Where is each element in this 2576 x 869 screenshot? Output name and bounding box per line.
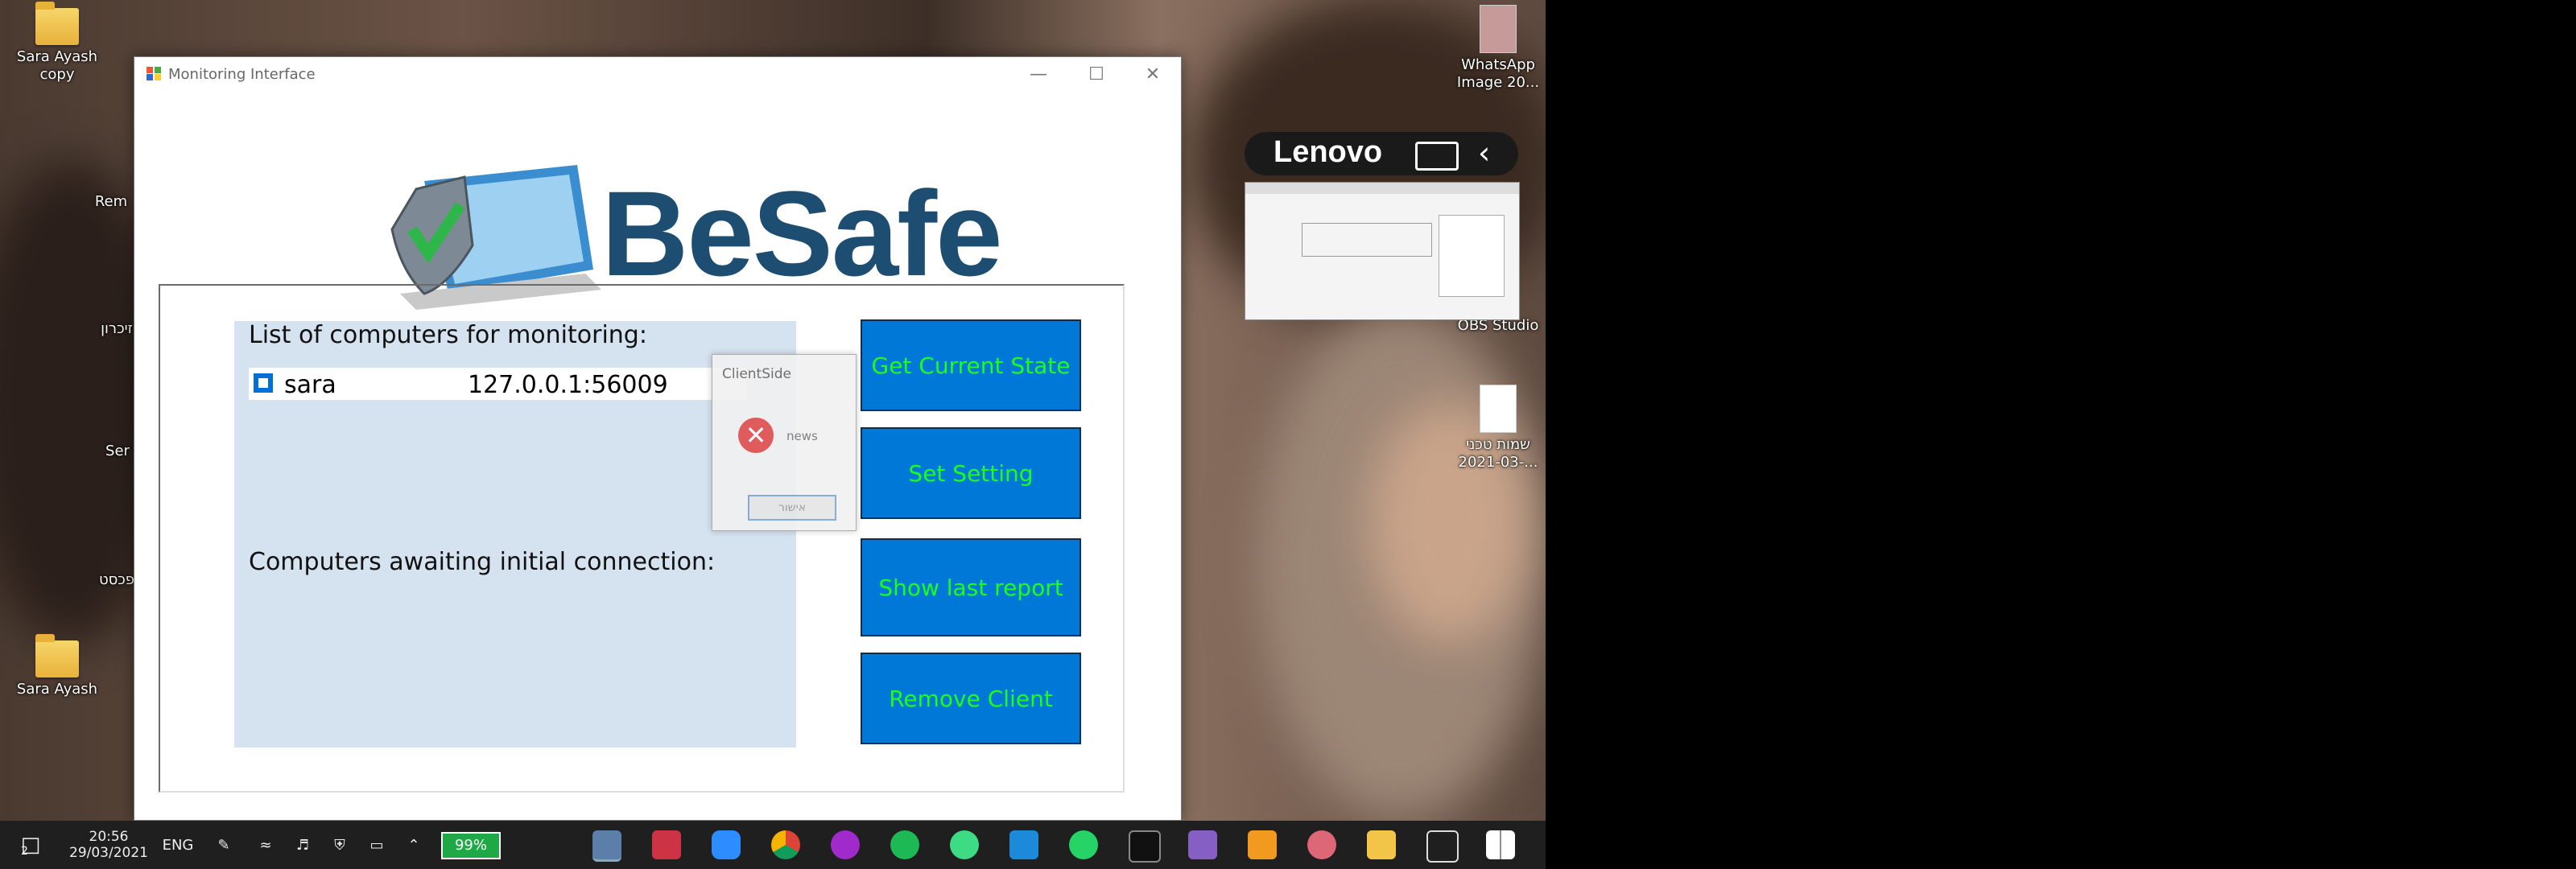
language-indicator[interactable]: ENG: [158, 821, 198, 869]
set-setting-button[interactable]: Set Setting: [861, 427, 1081, 519]
pen-icon[interactable]: ✎: [209, 821, 238, 869]
monitoring-app-taskbar-icon[interactable]: [592, 830, 621, 862]
awaiting-list-label: Computers awaiting initial connection:: [249, 548, 716, 576]
task-view-icon[interactable]: [1426, 830, 1459, 863]
app-icon: [147, 67, 161, 80]
title-bar[interactable]: Monitoring Interface — ☐ ✕: [134, 57, 1181, 93]
desktop-icon-whatsapp-image[interactable]: WhatsApp Image 20...: [1454, 5, 1542, 92]
app-preview-thumbnail[interactable]: [1245, 182, 1520, 320]
messagebox-message: news: [786, 429, 818, 443]
security-icon[interactable]: ⛨: [325, 821, 354, 869]
store-app-icon[interactable]: [1009, 830, 1038, 859]
chrome-icon[interactable]: [771, 830, 800, 859]
desktop-icon-sara[interactable]: Sara Ayash: [13, 634, 101, 698]
winforms-app-taskbar-icon[interactable]: [652, 830, 681, 859]
minimize-button[interactable]: —: [1010, 57, 1067, 93]
folder-icon: [35, 2, 79, 45]
image-file-icon: [1480, 5, 1517, 53]
desktop-icon-hebrew-doc[interactable]: שמות טכני 2021-03-...: [1454, 385, 1542, 472]
maximize-button[interactable]: ☐: [1068, 57, 1125, 93]
chevron-up-icon[interactable]: ⌃: [399, 821, 428, 869]
logo-text: BeSafe: [601, 166, 1003, 301]
terminal-icon[interactable]: [1129, 830, 1161, 863]
ok-button[interactable]: אישור: [748, 495, 836, 521]
main-panel: List of computers for monitoring: sara 1…: [159, 284, 1125, 793]
visual-studio-icon[interactable]: [1188, 830, 1217, 859]
document-icon: [1480, 385, 1517, 433]
desktop: Sara Ayash copy Sara Ayash WhatsApp Imag…: [0, 0, 1546, 869]
window-title: Monitoring Interface: [168, 66, 316, 83]
clock-time: 20:56: [89, 829, 129, 845]
taskbar: □ 2 20:56 29/03/2021 ENG ✎ ≈ ♬ ⛨ ▭ ⌃ 99%: [0, 821, 1546, 869]
row-checkbox[interactable]: [254, 373, 273, 393]
chevron-left-icon[interactable]: ‹: [1478, 135, 1490, 171]
paint-3d-icon[interactable]: [1307, 830, 1336, 859]
computer-address: 127.0.0.1:56009: [468, 371, 668, 399]
power-app-icon[interactable]: [831, 830, 860, 859]
awaiting-computers-list[interactable]: Computers awaiting initial connection:: [234, 548, 796, 748]
whatsapp-icon[interactable]: [1069, 830, 1098, 859]
file-explorer-icon[interactable]: [1367, 830, 1396, 859]
paint-icon[interactable]: [1248, 830, 1277, 859]
windows-start-icon[interactable]: [1486, 830, 1515, 859]
folder-icon: [35, 634, 79, 677]
lenovo-widget[interactable]: Lenovo ‹: [1245, 132, 1518, 175]
monitored-list-label: List of computers for monitoring:: [249, 321, 647, 349]
close-button[interactable]: ✕: [1125, 57, 1181, 93]
client-side-message-box[interactable]: ClientSide ✕ news אישור: [712, 354, 857, 531]
remove-client-button[interactable]: Remove Client: [861, 653, 1081, 744]
desktop-icon-zikaron[interactable]: זיכרון: [97, 320, 137, 338]
wifi-icon[interactable]: ≈: [251, 821, 280, 869]
desktop-icon-pksat[interactable]: פכסט: [97, 571, 137, 589]
computer-name: sara: [284, 371, 336, 399]
battery-indicator[interactable]: 99%: [441, 832, 501, 859]
zoom-icon[interactable]: [712, 830, 741, 859]
error-icon: ✕: [738, 418, 774, 453]
get-current-state-button[interactable]: Get Current State: [861, 319, 1081, 411]
notification-badge: 2: [21, 845, 28, 858]
spotify-icon[interactable]: [890, 830, 919, 859]
screen-icon: [1415, 142, 1459, 171]
volume-icon[interactable]: ♬: [288, 821, 317, 869]
desktop-icon-ser[interactable]: Ser: [100, 443, 135, 460]
list-item[interactable]: sara 127.0.0.1:56009: [249, 368, 746, 400]
clock-date: 29/03/2021: [69, 845, 148, 861]
desktop-icon-rem[interactable]: Rem: [87, 193, 135, 211]
clock[interactable]: 20:56 29/03/2021: [64, 821, 153, 869]
desktop-icon-sara-copy[interactable]: Sara Ayash copy: [13, 2, 101, 84]
messagebox-title: ClientSide: [722, 366, 791, 382]
android-studio-icon[interactable]: [950, 830, 979, 859]
notification-center-button[interactable]: □ 2: [14, 821, 47, 869]
monitoring-window[interactable]: Monitoring Interface — ☐ ✕ BeSafe List o…: [134, 56, 1182, 821]
battery-tray-icon[interactable]: ▭: [362, 821, 391, 869]
show-last-report-button[interactable]: Show last report: [861, 538, 1081, 636]
